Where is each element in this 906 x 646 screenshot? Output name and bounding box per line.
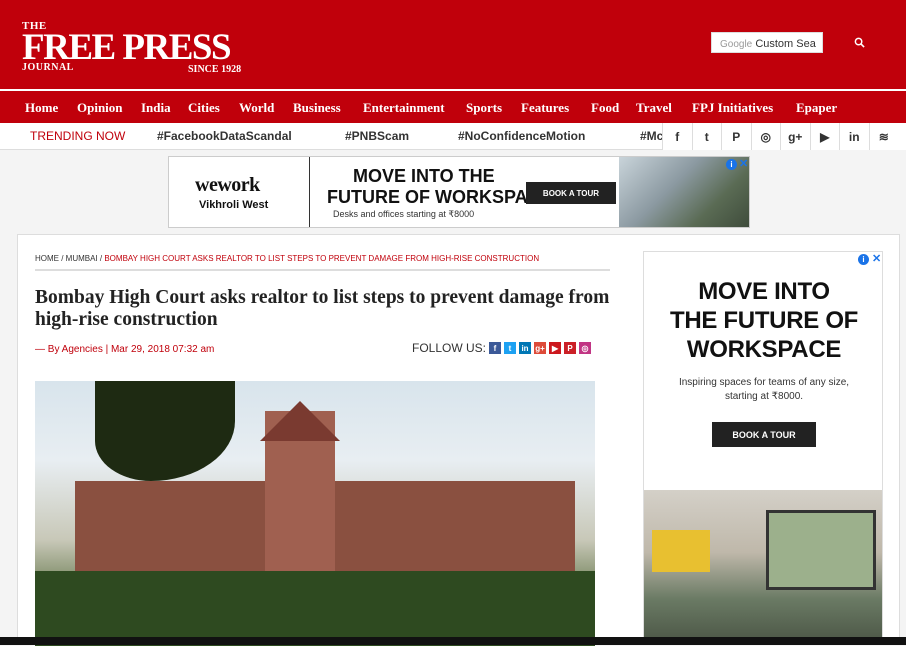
- roof-shape: [260, 401, 340, 441]
- breadcrumb-current: BOMBAY HIGH COURT ASKS REALTOR TO LIST S…: [104, 254, 540, 263]
- youtube-icon[interactable]: ▶: [809, 123, 840, 150]
- nav-item-home[interactable]: Home: [25, 100, 58, 116]
- linkedin-icon[interactable]: in: [519, 342, 532, 354]
- article-hero-image: [35, 381, 595, 646]
- search-icon: [854, 37, 865, 48]
- nav-item-features[interactable]: Features: [521, 100, 569, 116]
- rss-icon[interactable]: ≋: [868, 123, 899, 150]
- linkedin-icon[interactable]: in: [839, 123, 869, 150]
- nav-item-fpj-initiatives[interactable]: FPJ Initiatives: [692, 100, 773, 116]
- nav-item-cities[interactable]: Cities: [188, 100, 220, 116]
- nav-item-travel[interactable]: Travel: [636, 100, 672, 116]
- nav-item-entertainment[interactable]: Entertainment: [363, 100, 445, 116]
- ad-tagline: Desks and offices starting at ₹8000: [333, 209, 475, 219]
- nav-item-opinion[interactable]: Opinion: [77, 100, 123, 116]
- instagram-icon[interactable]: ◎: [579, 342, 592, 354]
- ad-info-icon[interactable]: i: [858, 254, 869, 265]
- ad-subtext: Inspiring spaces for teams of any size, …: [678, 377, 850, 402]
- ad-location: Vikhroli West: [199, 199, 269, 211]
- breadcrumb: HOME / MUMBAI / BOMBAY HIGH COURT ASKS R…: [35, 254, 539, 263]
- follow-label: FOLLOW US:: [412, 341, 487, 355]
- nav-item-epaper[interactable]: Epaper: [796, 100, 837, 116]
- nav-item-world[interactable]: World: [239, 100, 274, 116]
- search-input[interactable]: Google Custom Sea: [711, 32, 823, 53]
- site-header: THE FREE PRESS JOURNAL SINCE 1928 Google…: [0, 0, 906, 89]
- facebook-icon[interactable]: f: [662, 123, 692, 150]
- nav-item-business[interactable]: Business: [293, 100, 341, 116]
- search-placeholder: Custom Sea: [755, 38, 816, 50]
- search-button[interactable]: [828, 30, 890, 55]
- nav-item-sports[interactable]: Sports: [466, 100, 502, 116]
- palm-shape: [95, 381, 235, 481]
- social-links: f t P ◎ g+ ▶ in ≋: [662, 123, 906, 150]
- breadcrumb-section[interactable]: MUMBAI: [66, 254, 98, 263]
- trending-bar: TRENDING NOW #FacebookDataScandal #PNBSc…: [0, 123, 906, 150]
- trees-shape: [35, 571, 595, 646]
- ad-close-icon[interactable]: ✕: [872, 252, 881, 265]
- ad-headline: FUTURE OF WORKSPACE: [327, 187, 553, 207]
- top-banner-ad[interactable]: wework Vikhroli West MOVE INTO THE FUTUR…: [168, 156, 750, 228]
- youtube-icon[interactable]: ▶: [549, 342, 562, 354]
- ad-close-icon[interactable]: ✕: [739, 157, 748, 170]
- article-byline: — By Agencies | Mar 29, 2018 07:32 am: [35, 344, 215, 355]
- article-title: Bombay High Court asks realtor to list s…: [35, 287, 610, 330]
- breadcrumb-separator: /: [59, 254, 66, 263]
- facebook-icon[interactable]: f: [489, 342, 502, 354]
- ad-info-icon[interactable]: i: [726, 159, 737, 170]
- ad-headline: THE FUTURE OF: [669, 307, 859, 334]
- ad-wall-art: [652, 530, 710, 572]
- follow-us: FOLLOW US: f t in g+ ▶ P ◎: [412, 341, 592, 355]
- logo-since: SINCE 1928: [188, 64, 242, 75]
- nav-item-food[interactable]: Food: [591, 100, 619, 116]
- pinterest-icon[interactable]: P: [564, 342, 577, 354]
- trending-item[interactable]: #Mc: [640, 129, 663, 143]
- sidebar-ad[interactable]: MOVE INTO THE FUTURE OF WORKSPACE Inspir…: [643, 251, 883, 645]
- trending-label: TRENDING NOW: [30, 129, 126, 143]
- ad-headline: WORKSPACE: [686, 336, 842, 363]
- pinterest-icon[interactable]: P: [721, 123, 751, 150]
- trending-item[interactable]: #FacebookDataScandal: [157, 129, 292, 143]
- main-nav: Home Opinion India Cities World Business…: [0, 89, 906, 123]
- breadcrumb-home[interactable]: HOME: [35, 254, 59, 263]
- bottom-sticky-bar: [0, 637, 906, 645]
- nav-item-india[interactable]: India: [141, 100, 171, 116]
- ad-divider: [309, 157, 310, 227]
- ad-brand: wework: [195, 174, 260, 196]
- logo-journal: JOURNAL: [22, 62, 74, 73]
- google-brand-label: Google: [720, 39, 753, 50]
- breadcrumb-divider: [35, 269, 610, 271]
- twitter-icon[interactable]: t: [504, 342, 517, 354]
- ad-headline: MOVE INTO THE: [353, 166, 495, 186]
- ad-headline: MOVE INTO: [698, 278, 830, 305]
- twitter-icon[interactable]: t: [691, 123, 722, 150]
- ad-book-tour-button[interactable]: BOOK A TOUR: [526, 182, 616, 204]
- ad-window: [766, 510, 876, 590]
- ad-book-tour-button[interactable]: BOOK A TOUR: [712, 422, 816, 447]
- google-plus-icon[interactable]: g+: [780, 123, 810, 150]
- trending-item[interactable]: #NoConfidenceMotion: [458, 129, 585, 143]
- instagram-icon[interactable]: ◎: [750, 123, 781, 150]
- trending-item[interactable]: #PNBScam: [345, 129, 409, 143]
- google-plus-icon[interactable]: g+: [534, 342, 547, 354]
